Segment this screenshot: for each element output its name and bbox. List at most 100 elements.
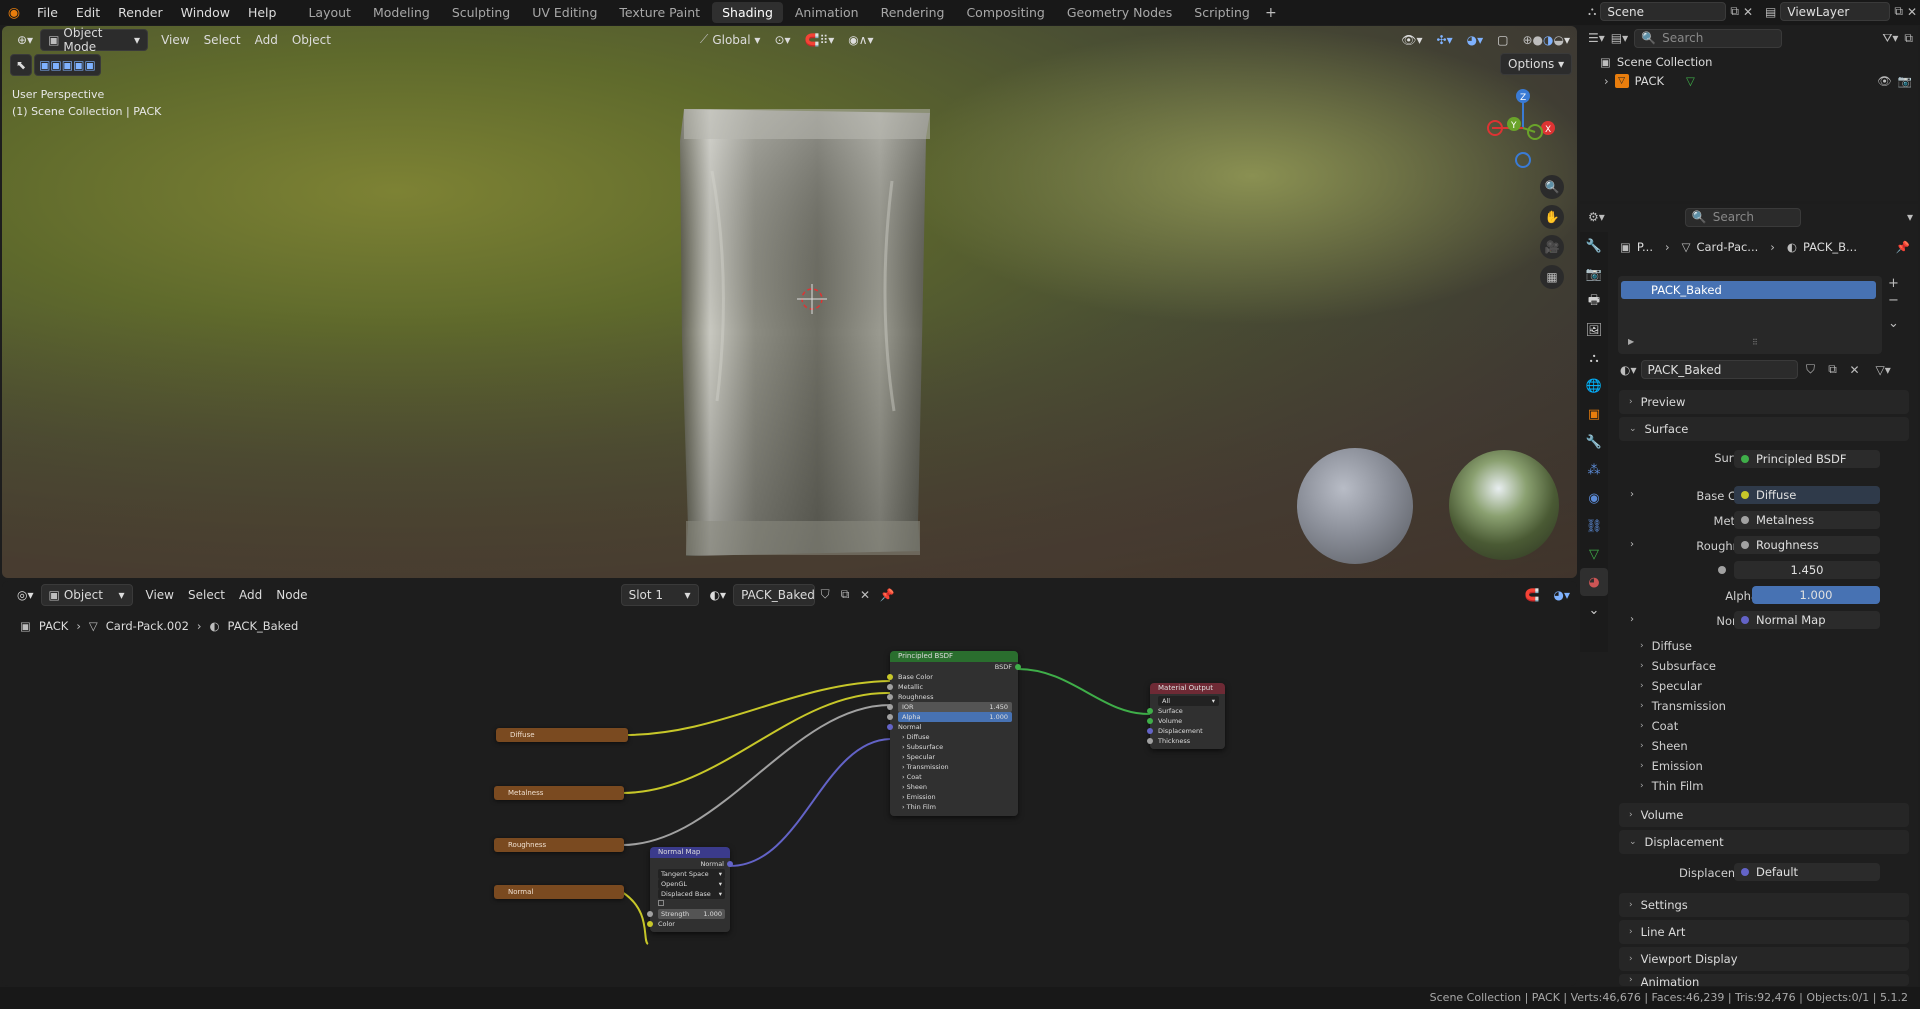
material-output-node[interactable]: Material Output All ▾ Surface Volume Disp…: [1147, 683, 1225, 749]
menu-help[interactable]: Help: [239, 0, 286, 25]
material-browse-button[interactable]: ◐▾: [703, 584, 734, 606]
gizmo-toggle-button[interactable]: ✣▾: [1430, 29, 1460, 51]
material-name-input[interactable]: PACK_Baked: [1640, 360, 1798, 379]
shader-type-dropdown[interactable]: ▣ Object ▾: [40, 583, 133, 606]
new-collection-icon[interactable]: ⧉: [1904, 31, 1913, 46]
surface-sub-diffuse[interactable]: › Diffuse: [1640, 639, 1692, 653]
data-tab-icon[interactable]: ▽: [1580, 540, 1608, 568]
bsdf-section-coat[interactable]: › Coat: [890, 772, 1018, 782]
slot-menu-icon[interactable]: ⌄: [1888, 316, 1899, 331]
3d-viewport[interactable]: [2, 26, 1577, 578]
add-slot-icon[interactable]: +: [1888, 276, 1899, 291]
bsdf-section-specular[interactable]: › Specular: [890, 752, 1018, 762]
mode-dropdown[interactable]: ▣ Object Mode ▾: [40, 26, 149, 54]
normal-toggle-checkbox[interactable]: [650, 899, 730, 909]
node-editor[interactable]: Diffuse Metalness Roughness Normal Princ…: [2, 581, 1577, 986]
duplicate-material-icon[interactable]: ⧉: [1824, 362, 1842, 377]
material-name-field[interactable]: PACK_Baked: [733, 583, 816, 606]
roughness-texture-node[interactable]: Roughness: [494, 838, 624, 852]
particles-tab-icon[interactable]: ⁂: [1580, 456, 1608, 484]
panel-viewport-display[interactable]: › Viewport Display: [1619, 947, 1909, 971]
tab-scripting[interactable]: Scripting: [1184, 2, 1260, 23]
tab-geometry-nodes[interactable]: Geometry Nodes: [1057, 2, 1182, 23]
menu-file[interactable]: File: [28, 0, 67, 25]
tabs-more-icon[interactable]: ⌄: [1580, 596, 1608, 624]
normal-expand-icon[interactable]: ›: [1630, 614, 1634, 625]
mesh-data-icon[interactable]: ▽: [1686, 74, 1695, 88]
node-menu-node[interactable]: Node: [269, 584, 314, 606]
panel-displacement[interactable]: ⌄ Displacement: [1619, 830, 1909, 854]
object-tab-icon[interactable]: ▣: [1580, 400, 1608, 428]
bsdf-ior-field[interactable]: IOR 1.450: [887, 702, 1018, 712]
surface-sub-sheen[interactable]: › Sheen: [1640, 739, 1688, 753]
transform-orientation-dropdown[interactable]: ⟋ Global ▾: [693, 29, 768, 51]
slot-expand-icon[interactable]: ▶: [1628, 337, 1634, 346]
camera-view-icon[interactable]: 🎥: [1540, 235, 1564, 259]
tab-sculpting[interactable]: Sculpting: [442, 2, 520, 23]
view-layer-icon[interactable]: ▤: [1765, 5, 1776, 19]
surface-sub-coat[interactable]: › Coat: [1640, 719, 1678, 733]
breadcrumb-mesh[interactable]: Card-Pack.002: [106, 619, 189, 633]
snap-button[interactable]: 🧲⠿▾: [798, 29, 842, 51]
unlink-material-icon[interactable]: ✕: [855, 588, 875, 602]
modifier-tab-icon[interactable]: 🔧: [1580, 428, 1608, 456]
output-tab-icon[interactable]: 🖶: [1580, 288, 1608, 316]
fake-user-shield-icon[interactable]: ⛉: [1802, 362, 1820, 377]
pivot-point-button[interactable]: ⊙▾: [767, 29, 797, 51]
roughness-expand-icon[interactable]: ›: [1630, 539, 1634, 550]
proportional-edit-button[interactable]: ◉∧▾: [841, 29, 880, 51]
tab-shading[interactable]: Shading: [712, 2, 783, 23]
menu-edit[interactable]: Edit: [67, 0, 109, 25]
normal-convention-dropdown[interactable]: OpenGL ▾: [650, 879, 730, 889]
bsdf-section-thin-film[interactable]: › Thin Film: [890, 802, 1018, 812]
wireframe-shading-icon[interactable]: ⊕: [1522, 33, 1532, 47]
tweak-tool-icon[interactable]: ⬉: [10, 54, 33, 76]
breadcrumb-object[interactable]: PACK: [39, 619, 68, 633]
menu-render[interactable]: Render: [109, 0, 172, 25]
viewport-menu-add[interactable]: Add: [248, 29, 285, 51]
menu-window[interactable]: Window: [172, 0, 239, 25]
normal-space-dropdown[interactable]: Tangent Space ▾: [650, 869, 730, 879]
bsdf-section-transmission[interactable]: › Transmission: [890, 762, 1018, 772]
tab-animation[interactable]: Animation: [785, 2, 869, 23]
panel-animation[interactable]: › Animation: [1619, 974, 1909, 986]
outliner-search-input[interactable]: 🔍 Search: [1634, 28, 1783, 48]
xray-button[interactable]: ▢: [1490, 29, 1515, 51]
panel-settings[interactable]: › Settings: [1619, 893, 1909, 917]
alpha-field[interactable]: 1.000: [1752, 586, 1880, 604]
overlay-toggle-button[interactable]: ◕▾: [1460, 29, 1491, 51]
node-snap-button[interactable]: 🧲: [1518, 584, 1547, 606]
scene-tab-icon[interactable]: ⛬: [1580, 344, 1608, 372]
bsdf-section-diffuse[interactable]: › Diffuse: [890, 732, 1018, 742]
tab-compositing[interactable]: Compositing: [956, 2, 1054, 23]
viewport-menu-select[interactable]: Select: [197, 29, 248, 51]
shading-modes[interactable]: ⊕ ● ◑ ◒ ▾: [1515, 29, 1577, 51]
card-pack-object[interactable]: [672, 81, 932, 561]
new-view-layer-icon[interactable]: ⧉: [1894, 4, 1903, 19]
surface-sub-subsurface[interactable]: › Subsurface: [1640, 659, 1716, 673]
breadcrumb-material[interactable]: PACK_Baked: [228, 619, 299, 633]
tab-layout[interactable]: Layout: [298, 2, 361, 23]
bsdf-section-emission[interactable]: › Emission: [890, 792, 1018, 802]
metalness-texture-node[interactable]: Metalness: [494, 786, 624, 800]
node-menu-add[interactable]: Add: [232, 584, 269, 606]
tab-uv-editing[interactable]: UV Editing: [522, 2, 607, 23]
render-tab-icon[interactable]: 📷: [1580, 260, 1608, 288]
normal-texture-node[interactable]: Normal: [494, 885, 624, 899]
tab-rendering[interactable]: Rendering: [871, 2, 955, 23]
ortho-grid-icon[interactable]: ▦: [1540, 265, 1564, 289]
normal-strength-field[interactable]: Strength 1.000: [647, 909, 730, 919]
display-mode-icon[interactable]: ▤▾: [1611, 31, 1628, 45]
scene-collection-row[interactable]: ▣ Scene Collection: [1600, 55, 1712, 69]
editor-type-button[interactable]: ⊕▾: [10, 29, 40, 51]
normal-map-node[interactable]: Normal Map Normal Tangent Space ▾ OpenGL ▾…: [647, 847, 733, 932]
remove-view-layer-icon[interactable]: ✕: [1907, 5, 1917, 19]
zoom-icon[interactable]: 🔍: [1540, 175, 1564, 199]
panel-preview[interactable]: › Preview: [1619, 390, 1909, 414]
surface-shader-field[interactable]: Principled BSDF: [1734, 450, 1880, 468]
slot-dropdown[interactable]: Slot 1 ▾: [620, 583, 699, 606]
bsdf-section-sheen[interactable]: › Sheen: [890, 782, 1018, 792]
link-mode-icon[interactable]: ▽▾: [1876, 363, 1891, 377]
properties-editor-icon[interactable]: ⚙▾: [1588, 210, 1605, 224]
unlink-material-icon[interactable]: ✕: [1846, 363, 1864, 377]
